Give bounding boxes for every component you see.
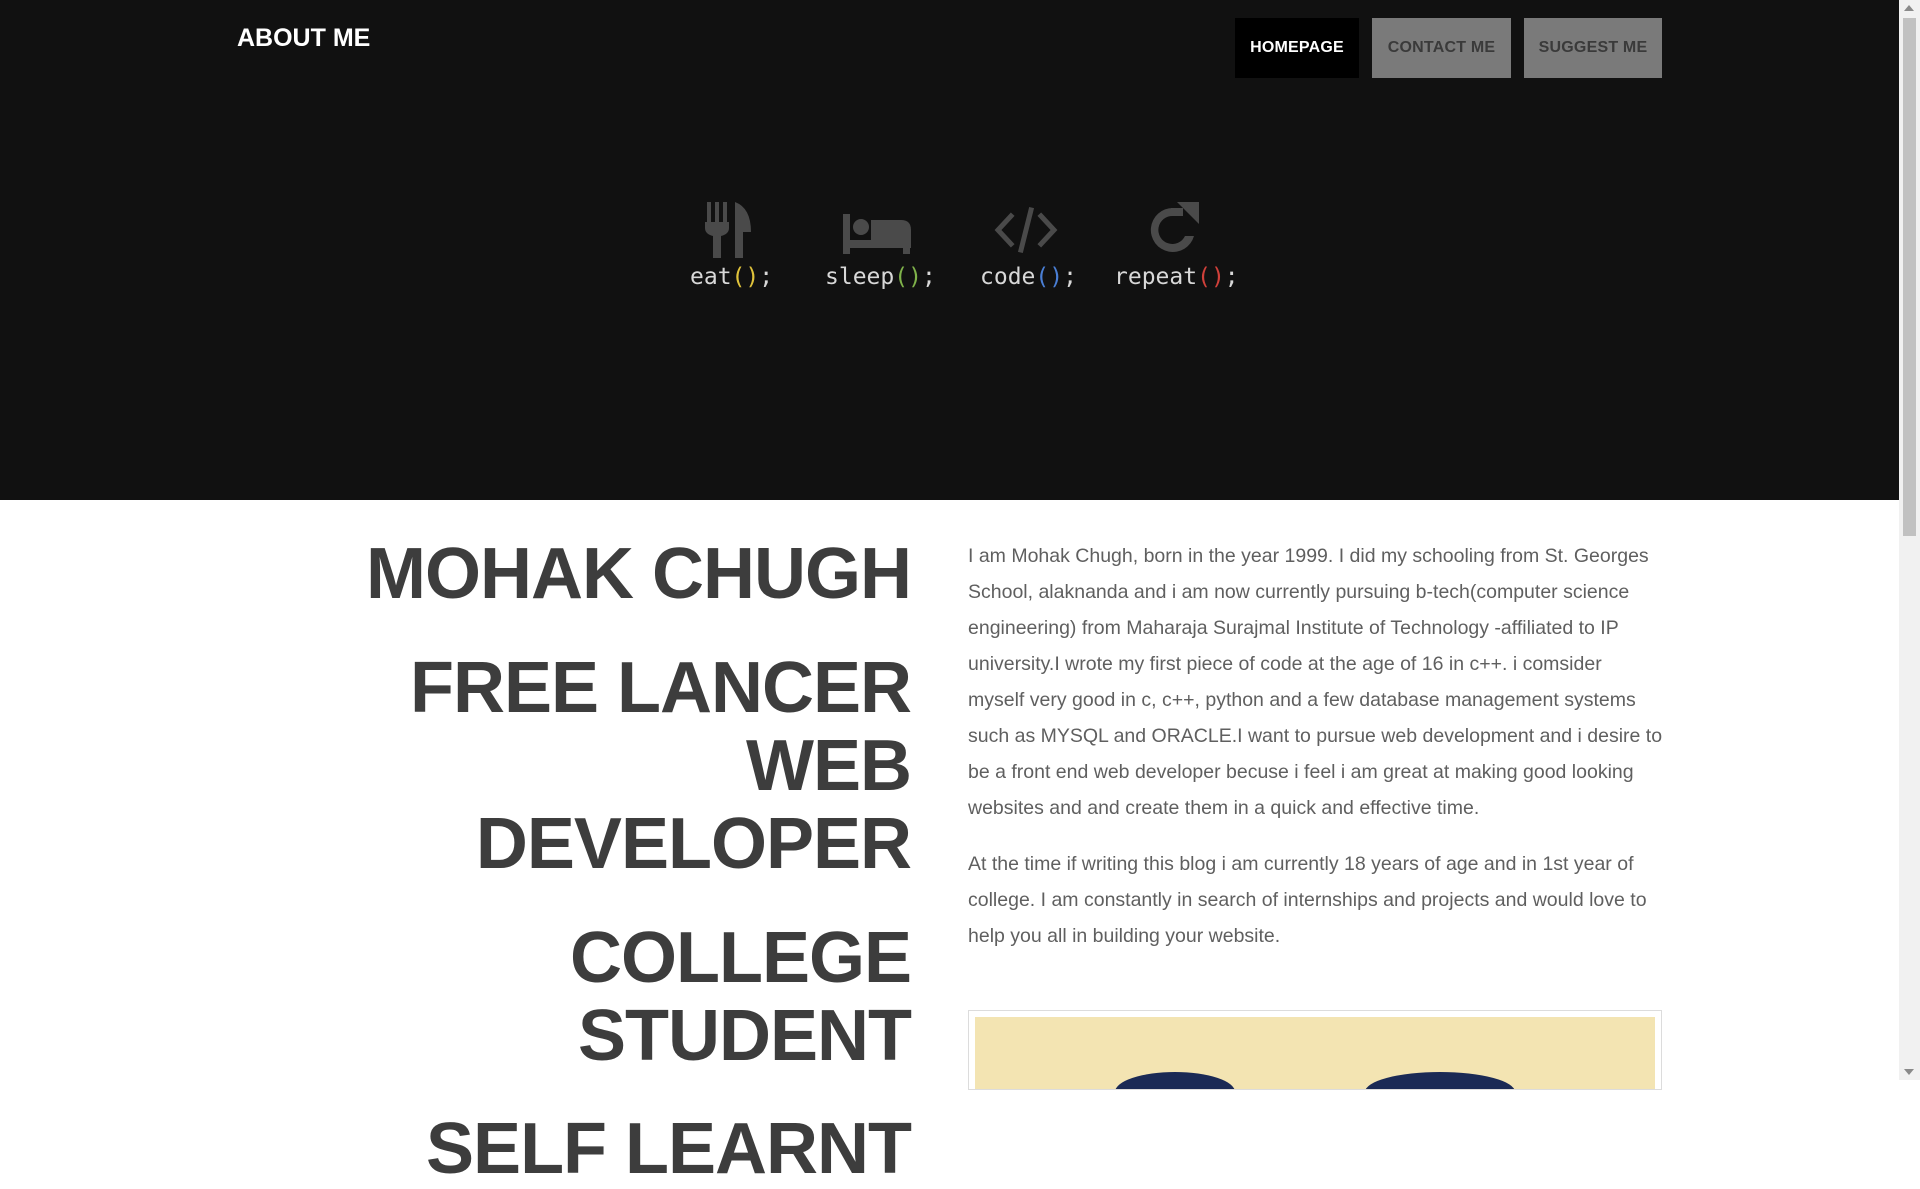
vertical-scrollbar[interactable] (1899, 0, 1920, 1080)
routine-name: repeat (1114, 264, 1198, 290)
bio-paragraph: I am Mohak Chugh, born in the year 1999.… (968, 545, 1663, 819)
routine-name: sleep (825, 264, 895, 290)
bio-paragraph: At the time if writing this blog i am cu… (968, 853, 1647, 947)
profile-photo (975, 1017, 1655, 1089)
routine-semicolon: ; (1063, 264, 1077, 290)
bio-section: I am Mohak Chugh, born in the year 1999.… (968, 538, 1663, 974)
scrollbar-thumb[interactable] (1903, 18, 1916, 536)
profile-role-heading-line2: DEVELOPER (475, 804, 912, 884)
routine-name: eat (690, 264, 732, 290)
routine-code: code(); (980, 200, 1077, 290)
routine-repeat: repeat(); (1114, 200, 1239, 290)
routine-parens: () (1197, 264, 1225, 290)
routine-parens: () (1035, 264, 1064, 290)
routine-semicolon: ; (921, 264, 936, 290)
scroll-up-arrow-icon[interactable] (1904, 5, 1914, 11)
repeat-icon (1150, 202, 1199, 252)
routine-parens: () (894, 264, 922, 290)
scroll-down-arrow-icon[interactable] (1904, 1069, 1914, 1075)
hero-header: ABOUT ME HOMEPAGE CONTACT ME SUGGEST ME … (0, 0, 1899, 500)
profile-learning-heading: SELF LEARNT (426, 1109, 912, 1189)
nav-homepage-button[interactable]: HOMEPAGE (1235, 18, 1359, 78)
profile-role-heading-line1: FREE LANCER WEB (409, 648, 912, 806)
routine-eat: eat(); (690, 200, 773, 290)
nav-contact-button[interactable]: CONTACT ME (1372, 18, 1511, 78)
site-brand[interactable]: ABOUT ME (237, 24, 370, 53)
profile-name-heading: MOHAK CHUGH (366, 534, 912, 614)
profile-status-heading: COLLEGE STUDENT (569, 918, 912, 1076)
top-nav: HOMEPAGE CONTACT ME SUGGEST ME (1235, 18, 1662, 78)
daily-routine-graphic: eat(); sleep(); code(); repeat(); (0, 200, 1899, 310)
routine-semicolon: ; (1224, 264, 1239, 290)
nav-suggest-button[interactable]: SUGGEST ME (1524, 18, 1662, 78)
fork-knife-icon (705, 202, 751, 258)
code-icon (994, 206, 1058, 254)
profile-titles: MOHAK CHUGH FREE LANCER WEB DEVELOPER CO… (240, 530, 912, 1189)
profile-photo-frame (968, 1010, 1662, 1090)
routine-sleep: sleep(); (825, 200, 936, 290)
bed-icon (843, 214, 911, 254)
routine-semicolon: ; (759, 264, 774, 290)
routine-parens: () (731, 264, 760, 290)
routine-name: code (980, 264, 1036, 290)
